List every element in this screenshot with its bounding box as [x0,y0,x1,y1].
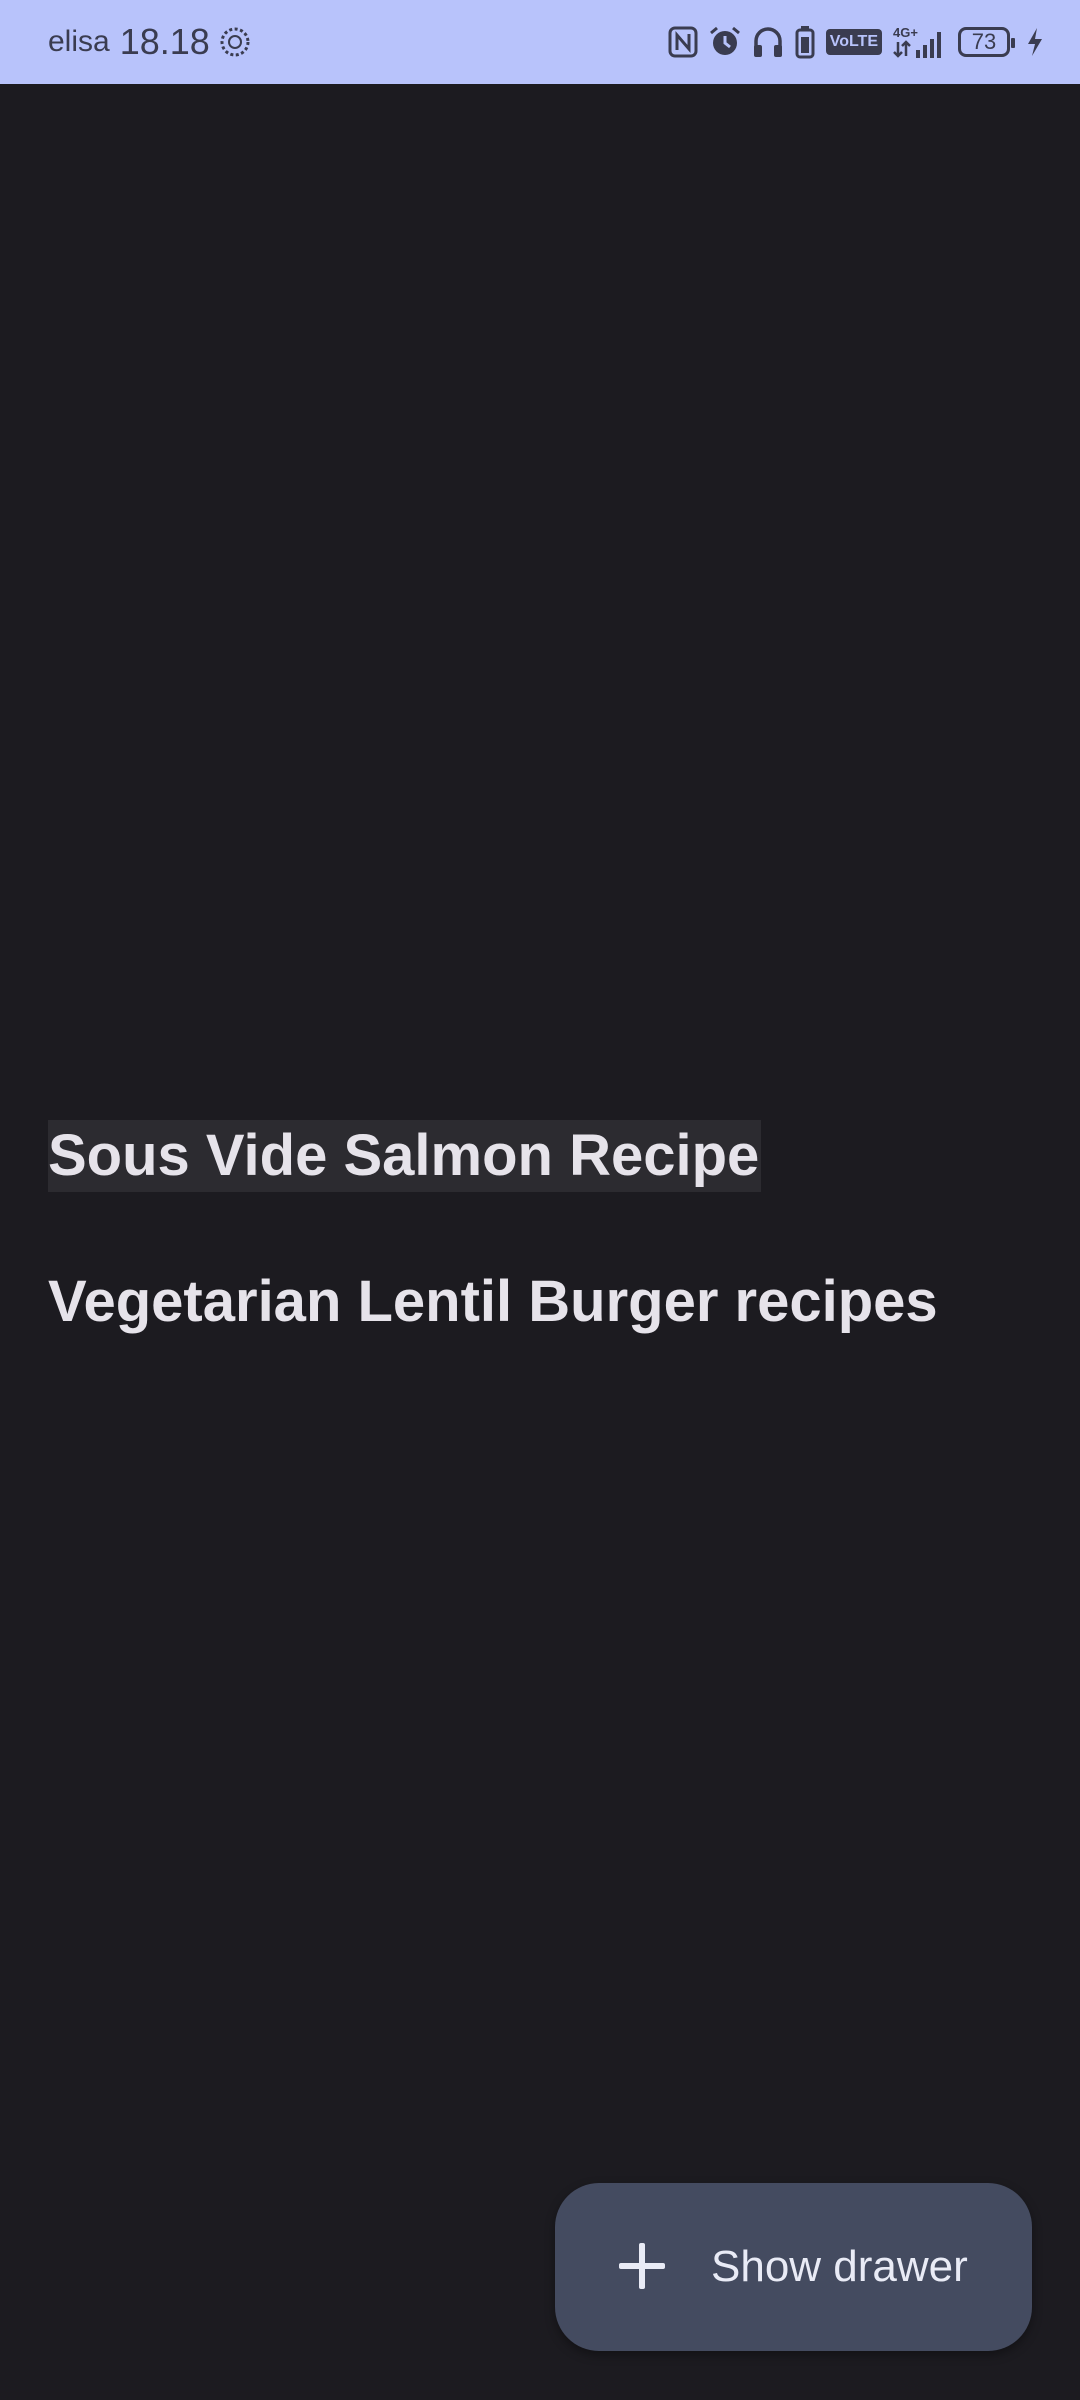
plus-icon [615,2239,671,2295]
app-screen: elisa 18.18 VoLTE 4G+ 73 Sous Vide Salmo… [0,0,1080,2400]
status-bar: elisa 18.18 VoLTE 4G+ 73 [0,0,1080,84]
clock: 18.18 [119,21,210,62]
battery-saver-icon [794,25,816,59]
battery-level: 73 [971,29,997,54]
headphones-icon [752,25,784,59]
data-saver-icon [218,25,252,59]
recipe-item-vegetarian-lentil-burger[interactable]: Vegetarian Lentil Burger recipes [48,1266,938,1338]
status-right: VoLTE 4G+ 73 [668,0,1044,84]
carrier-label: elisa [48,25,110,58]
nfc-icon [668,26,698,58]
charging-icon [1026,27,1044,57]
status-left: elisa 18.18 [48,0,252,84]
recipe-item-sous-vide-salmon[interactable]: Sous Vide Salmon Recipe [48,1120,762,1192]
battery-icon: 73 [958,27,1015,57]
show-drawer-label: Show drawer [711,2242,968,2291]
show-drawer-button[interactable]: Show drawer [555,2183,1032,2351]
signal-icon: 4G+ [892,24,948,60]
network-type-label: 4G+ [893,25,918,40]
volte-icon: VoLTE [825,29,882,55]
alarm-icon [708,25,742,59]
